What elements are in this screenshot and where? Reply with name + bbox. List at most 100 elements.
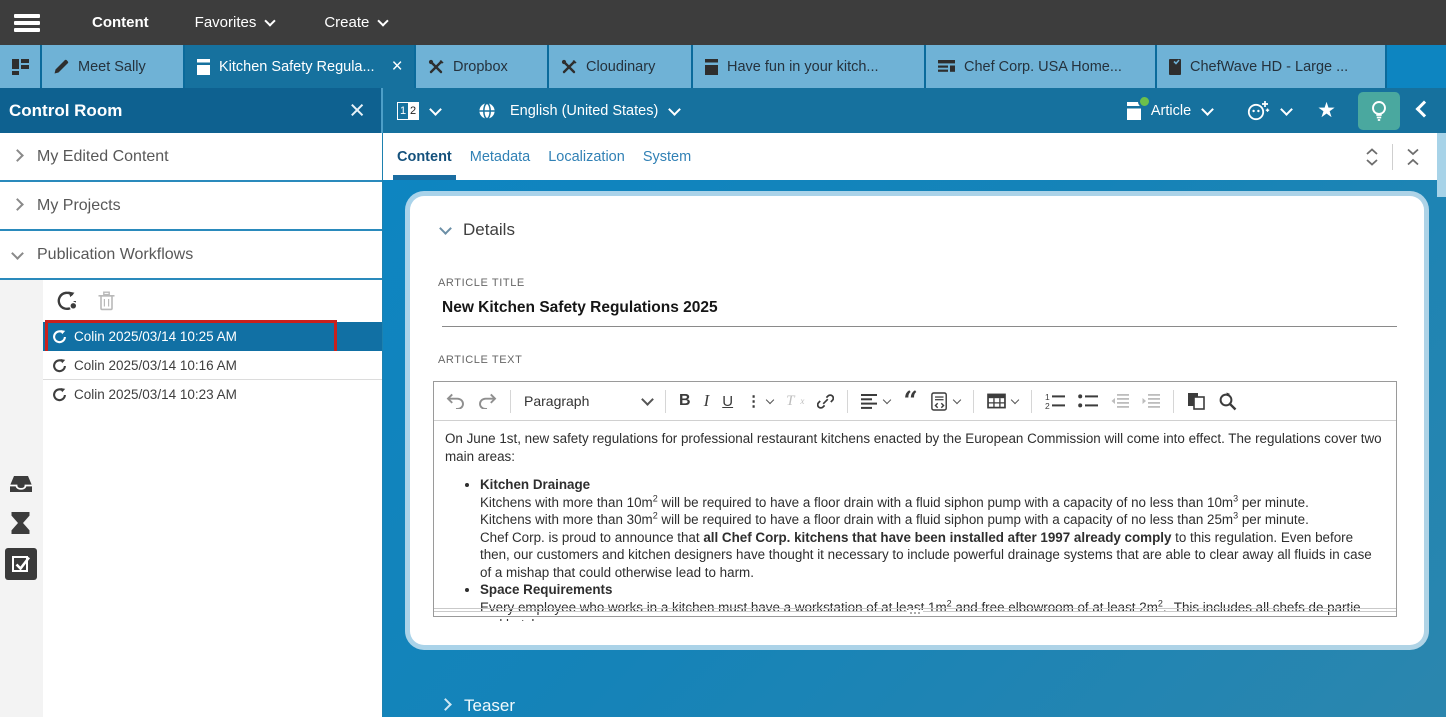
tab-title: Chef Corp. USA Home... xyxy=(964,59,1122,75)
language-label: English (United States) xyxy=(510,103,658,119)
italic-icon[interactable]: I xyxy=(704,391,710,411)
article-bullet-list: Kitchen Drainage Kitchens with more than… xyxy=(445,476,1382,621)
bold-icon[interactable]: B xyxy=(679,392,691,410)
inbox-icon[interactable] xyxy=(8,473,34,494)
favorite-star-button[interactable]: ★ xyxy=(1317,98,1336,123)
tools-icon xyxy=(561,59,577,74)
tab-dashboard[interactable] xyxy=(0,45,42,88)
clear-formatting-icon: Tx xyxy=(786,393,804,410)
tab-title: Meet Sally xyxy=(78,59,146,75)
chevron-right-icon xyxy=(439,698,452,711)
menu-create[interactable]: Create xyxy=(324,14,387,31)
more-formatting-button[interactable]: ⋮ xyxy=(746,392,773,410)
ai-assistant-button[interactable] xyxy=(1246,100,1291,122)
control-room-sidebar: My Edited Content My Projects Publicatio… xyxy=(0,133,382,717)
bullet-body: Kitchens with more than 10m2 will be req… xyxy=(480,494,1382,582)
alignment-button[interactable] xyxy=(861,393,890,409)
workflow-item[interactable]: Colin 2025/03/14 10:25 AM xyxy=(43,322,382,351)
close-icon[interactable]: × xyxy=(384,56,403,78)
workflow-running-icon xyxy=(52,330,66,344)
tab-title: ChefWave HD - Large ... xyxy=(1190,59,1348,75)
tab-have-fun[interactable]: Have fun in your kitch... xyxy=(693,45,926,88)
article-title-input[interactable]: New Kitchen Safety Regulations 2025 xyxy=(442,299,1397,327)
document-view-tabs: Content Metadata Localization System xyxy=(383,133,1437,180)
find-replace-icon[interactable] xyxy=(1218,392,1237,411)
collapse-all-button[interactable] xyxy=(1393,144,1433,170)
resize-grip-icon xyxy=(907,610,923,615)
tab-kitchen-safety[interactable]: Kitchen Safety Regula... × xyxy=(185,45,416,88)
menu-favorites[interactable]: Favorites xyxy=(195,14,275,31)
bullet-list-icon[interactable] xyxy=(1078,393,1098,409)
close-icon[interactable]: × xyxy=(349,97,365,124)
control-room-header: Control Room × xyxy=(0,88,381,133)
top-app-bar: Content Favorites Create xyxy=(0,0,1446,45)
article-text-editor[interactable]: On June 1st, new safety regulations for … xyxy=(434,421,1396,621)
blockquote-icon[interactable]: “ xyxy=(903,394,917,408)
editor-resize-handle[interactable] xyxy=(434,608,1396,616)
link-icon[interactable] xyxy=(817,393,834,410)
workflow-item[interactable]: Colin 2025/03/14 10:16 AM xyxy=(43,351,382,380)
details-section-header[interactable]: Details xyxy=(441,220,515,240)
tab-metadata[interactable]: Metadata xyxy=(470,133,530,180)
paragraph-format-select[interactable]: Paragraph xyxy=(524,393,652,409)
redo-icon[interactable] xyxy=(478,393,497,409)
expand-all-button[interactable] xyxy=(1352,144,1392,170)
tab-title: Cloudinary xyxy=(586,59,655,75)
ai-sparkle-icon xyxy=(1246,100,1270,122)
code-block-button[interactable] xyxy=(931,392,960,411)
versions-button[interactable]: 12 xyxy=(383,102,440,120)
section-my-edited-content[interactable]: My Edited Content xyxy=(0,133,382,182)
underline-icon[interactable]: U xyxy=(722,393,733,410)
section-publication-workflows[interactable]: Publication Workflows xyxy=(0,231,382,280)
numbered-list-icon[interactable]: 12 xyxy=(1045,393,1065,409)
undo-icon[interactable] xyxy=(446,393,465,409)
suggestions-bulb-button[interactable] xyxy=(1358,92,1400,130)
page-list-icon xyxy=(938,60,955,73)
workflow-running-icon xyxy=(52,388,66,402)
chevron-down-icon xyxy=(1280,103,1293,116)
paste-icon[interactable] xyxy=(1187,392,1205,410)
workflow-item-label: Colin 2025/03/14 10:16 AM xyxy=(74,358,237,373)
section-label: Publication Workflows xyxy=(37,246,193,264)
tab-chefwave[interactable]: ChefWave HD - Large ... xyxy=(1157,45,1387,88)
document-toolbar: 12 English (United States) Article ★ xyxy=(383,88,1446,133)
lightbulb-icon xyxy=(1370,100,1388,122)
language-selector[interactable]: English (United States) xyxy=(478,102,679,120)
content-type-label: Article xyxy=(1151,103,1191,119)
tab-chef-corp-home[interactable]: Chef Corp. USA Home... xyxy=(926,45,1157,88)
tab-title: Have fun in your kitch... xyxy=(727,59,879,75)
article-text-label: ARTICLE TEXT xyxy=(438,354,522,366)
tab-content[interactable]: Content xyxy=(397,133,452,180)
claim-task-icon[interactable] xyxy=(55,291,78,312)
tools-icon xyxy=(428,59,444,74)
pencil-icon xyxy=(54,59,69,74)
chevron-down-icon xyxy=(1201,103,1214,116)
section-my-projects[interactable]: My Projects xyxy=(0,182,382,231)
tab-dropbox[interactable]: Dropbox xyxy=(416,45,549,88)
hourglass-icon[interactable] xyxy=(10,511,31,535)
hamburger-menu-icon[interactable] xyxy=(14,14,40,32)
workflow-item[interactable]: Colin 2025/03/14 10:23 AM xyxy=(43,380,382,409)
chevron-down-icon xyxy=(439,222,452,235)
chevron-down-icon xyxy=(11,247,24,260)
globe-icon xyxy=(478,102,496,120)
content-type-selector[interactable]: Article xyxy=(1126,101,1212,121)
article-title-label: ARTICLE TITLE xyxy=(438,277,525,289)
tab-system[interactable]: System xyxy=(643,133,691,180)
versions-icon: 12 xyxy=(397,102,419,120)
tab-meet-sally[interactable]: Meet Sally xyxy=(42,45,185,88)
teaser-section-header[interactable]: Teaser xyxy=(441,696,515,716)
collapsed-panel-strip[interactable] xyxy=(1437,133,1446,197)
tab-localization[interactable]: Localization xyxy=(548,133,625,180)
table-button[interactable] xyxy=(987,393,1018,409)
collapse-panel-button[interactable] xyxy=(1418,106,1430,115)
finished-tasks-toggle[interactable] xyxy=(5,548,37,580)
article-icon xyxy=(197,59,210,75)
tab-title: Kitchen Safety Regula... xyxy=(219,59,375,75)
tab-cloudinary[interactable]: Cloudinary xyxy=(549,45,693,88)
section-label: My Projects xyxy=(37,197,121,215)
workflow-toolbar xyxy=(0,280,382,322)
article-icon xyxy=(705,59,718,75)
workflow-filter-rail xyxy=(0,280,43,717)
menu-content[interactable]: Content xyxy=(92,14,149,31)
